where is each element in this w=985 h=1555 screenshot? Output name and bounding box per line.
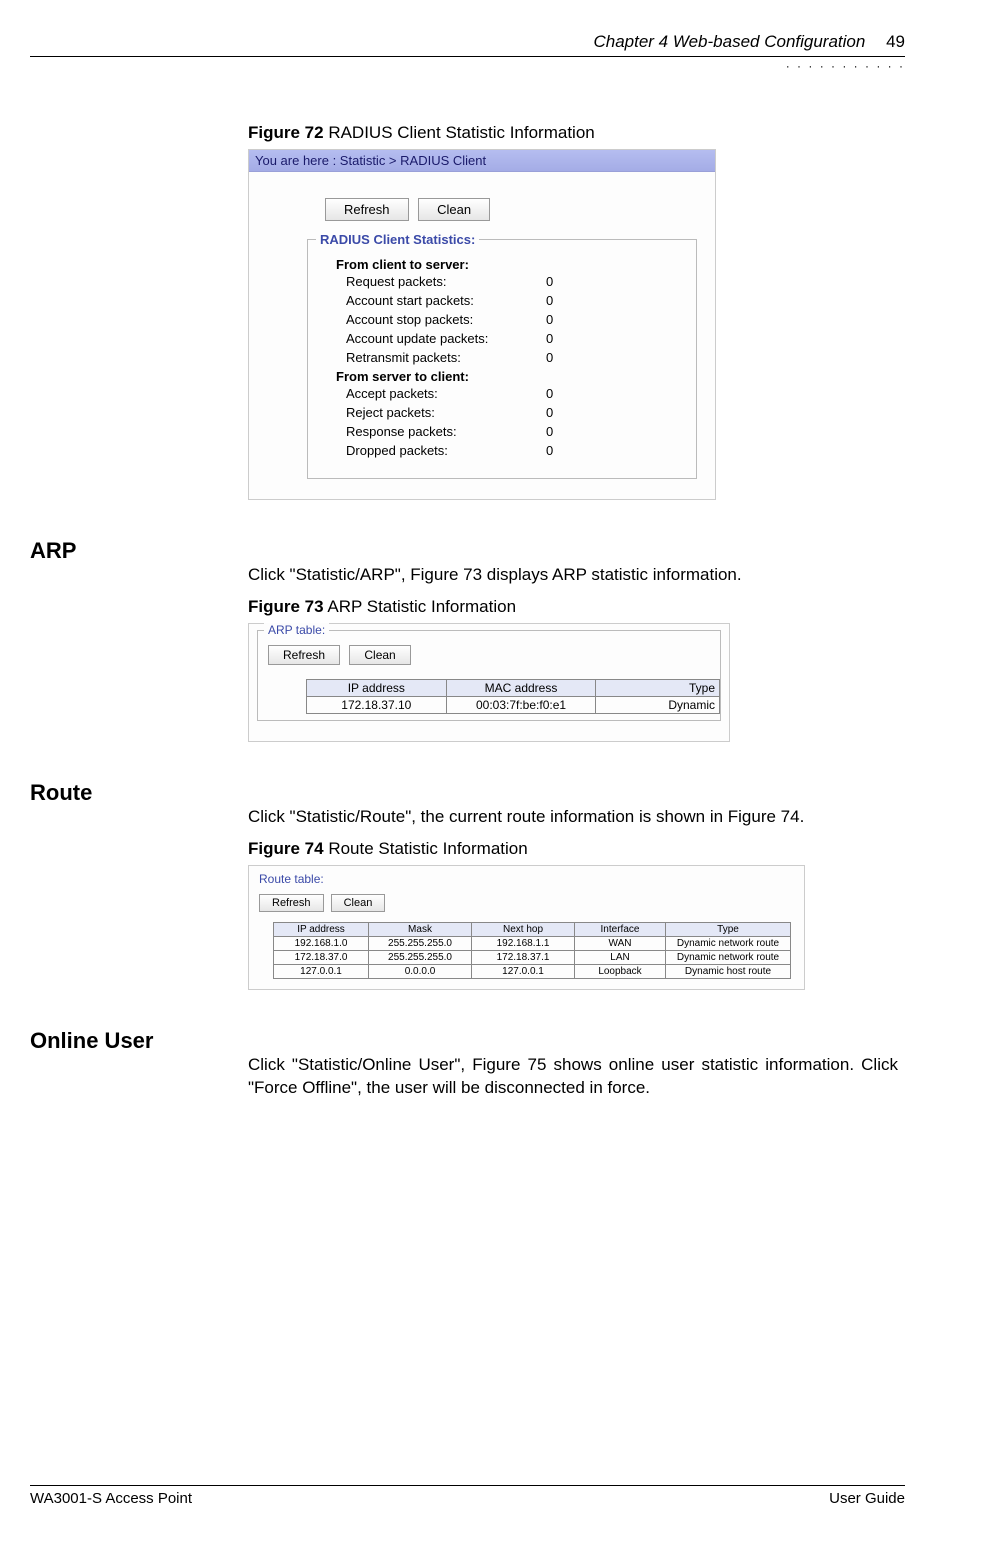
arp-legend: ARP table: <box>264 623 329 637</box>
table-row: 172.18.37.10 00:03:7f:be:f0:e1 Dynamic <box>307 696 720 713</box>
col-type: Type <box>596 679 720 696</box>
footer-rule <box>30 1485 905 1486</box>
refresh-button[interactable]: Refresh <box>259 894 324 912</box>
radius-legend: RADIUS Client Statistics: <box>316 232 479 247</box>
from-client-to-server-heading: From client to server: <box>318 257 686 272</box>
figure73-caption: Figure 73 ARP Statistic Information <box>248 597 898 617</box>
figure72-caption: Figure 72 RADIUS Client Statistic Inform… <box>248 123 898 143</box>
stat-row: Account update packets:0 <box>318 329 686 348</box>
breadcrumb: You are here : Statistic > RADIUS Client <box>249 150 715 172</box>
stat-row: Reject packets:0 <box>318 403 686 422</box>
route-table: IP address Mask Next hop Interface Type … <box>273 922 791 979</box>
table-row: 127.0.0.1 0.0.0.0 127.0.0.1 Loopback Dyn… <box>274 964 791 978</box>
stat-row: Dropped packets:0 <box>318 441 686 460</box>
clean-button[interactable]: Clean <box>349 645 410 665</box>
arp-intro: Click "Statistic/ARP", Figure 73 display… <box>248 564 898 587</box>
from-server-to-client-heading: From server to client: <box>318 369 686 384</box>
stat-row: Request packets:0 <box>318 272 686 291</box>
route-legend: Route table: <box>249 866 804 886</box>
refresh-button[interactable]: Refresh <box>325 198 409 221</box>
footer-right: User Guide <box>829 1490 905 1507</box>
stat-row: Account stop packets:0 <box>318 310 686 329</box>
route-heading: Route <box>30 780 905 806</box>
arp-table: IP address MAC address Type 172.18.37.10… <box>306 679 720 714</box>
figure73-screenshot: ARP table: Refresh Clean IP address MAC … <box>248 623 730 742</box>
clean-button[interactable]: Clean <box>418 198 490 221</box>
refresh-button[interactable]: Refresh <box>268 645 340 665</box>
online-user-heading: Online User <box>30 1028 905 1054</box>
footer-left: WA3001-S Access Point <box>30 1490 192 1507</box>
figure74-screenshot: Route table: Refresh Clean IP address Ma… <box>248 865 805 990</box>
figure74-caption: Figure 74 Route Statistic Information <box>248 839 898 859</box>
route-intro: Click "Statistic/Route", the current rou… <box>248 806 898 829</box>
online-user-text: Click "Statistic/Online User", Figure 75… <box>248 1054 898 1100</box>
header-dots: · · · · · · · · · · · <box>30 59 905 73</box>
stat-row: Account start packets:0 <box>318 291 686 310</box>
table-row: 172.18.37.0 255.255.255.0 172.18.37.1 LA… <box>274 950 791 964</box>
clean-button[interactable]: Clean <box>331 894 386 912</box>
table-row: 192.168.1.0 255.255.255.0 192.168.1.1 WA… <box>274 936 791 950</box>
stat-row: Response packets:0 <box>318 422 686 441</box>
header-rule <box>30 56 905 57</box>
arp-heading: ARP <box>30 538 905 564</box>
col-ip: IP address <box>307 679 447 696</box>
stat-row: Accept packets:0 <box>318 384 686 403</box>
header-chapter: Chapter 4 Web-based Configuration <box>593 32 865 51</box>
col-mac: MAC address <box>446 679 596 696</box>
stat-row: Retransmit packets:0 <box>318 348 686 367</box>
header-page-number: 49 <box>886 32 905 51</box>
figure72-screenshot: You are here : Statistic > RADIUS Client… <box>248 149 716 500</box>
